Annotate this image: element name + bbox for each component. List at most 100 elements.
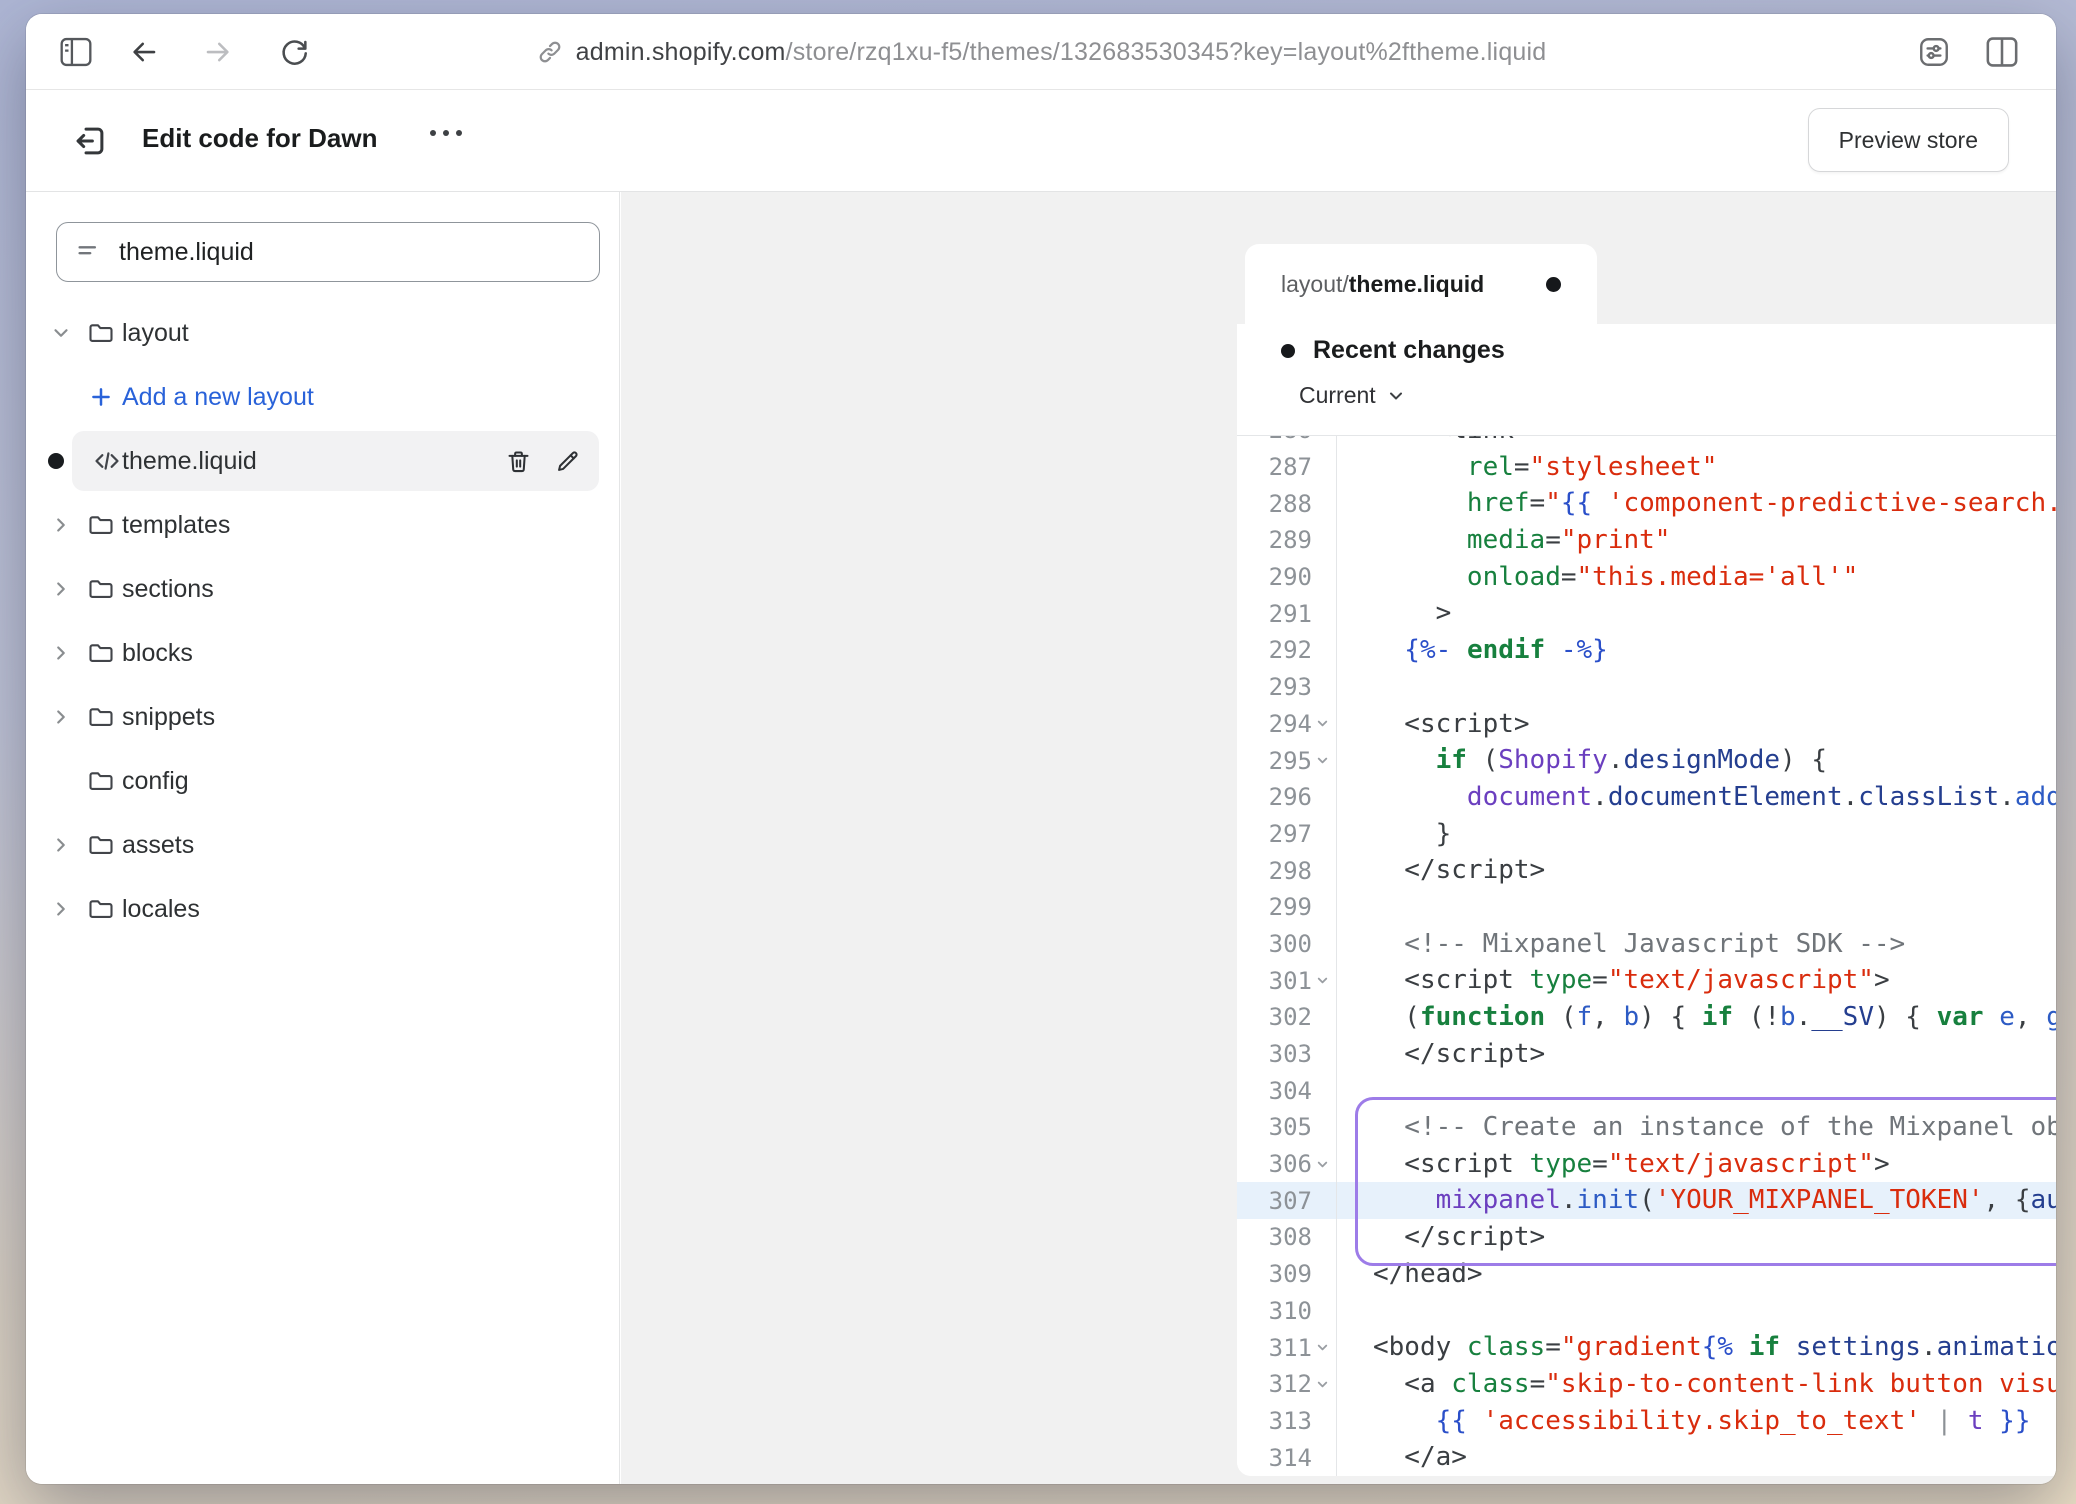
- address-bar[interactable]: admin.shopify.com/store/rzq1xu-f5/themes…: [26, 14, 2056, 90]
- line-number[interactable]: 289: [1237, 522, 1337, 559]
- line-number[interactable]: 292: [1237, 632, 1337, 669]
- chevron-right-icon: [50, 898, 72, 920]
- fold-toggle-icon[interactable]: [1312, 1377, 1332, 1392]
- sidebar-item-templates[interactable]: templates: [26, 493, 619, 557]
- reload-icon[interactable]: [276, 34, 312, 70]
- item-label: config: [122, 767, 189, 796]
- code-line[interactable]: 295 if (Shopify.designMode) {: [1237, 742, 2056, 779]
- line-number[interactable]: 306: [1237, 1146, 1337, 1183]
- delete-file-button[interactable]: [505, 448, 532, 475]
- code-line[interactable]: 308 </script>: [1237, 1219, 2056, 1256]
- exit-editor-icon[interactable]: [70, 121, 110, 161]
- fold-toggle-icon[interactable]: [1312, 716, 1332, 731]
- code-text: }: [1337, 816, 2056, 853]
- version-dropdown[interactable]: Current: [1299, 382, 1406, 409]
- sidebar-action-add-a-new-layout[interactable]: Add a new layout: [26, 365, 619, 429]
- line-number[interactable]: 297: [1237, 816, 1337, 853]
- code-line[interactable]: 291 >: [1237, 595, 2056, 632]
- preview-store-button[interactable]: Preview store: [1808, 108, 2009, 172]
- code-line[interactable]: 310: [1237, 1293, 2056, 1330]
- code-line[interactable]: 311<body class="gradient{% if settings.a…: [1237, 1329, 2056, 1366]
- line-number[interactable]: 295: [1237, 742, 1337, 779]
- code-lines: 286 <link287 rel="stylesheet"288 href="{…: [1237, 436, 2056, 1476]
- split-view-icon[interactable]: [1984, 34, 2020, 70]
- code-line[interactable]: 303 </script>: [1237, 1036, 2056, 1073]
- more-actions-icon[interactable]: [430, 130, 462, 136]
- line-number[interactable]: 307: [1237, 1182, 1337, 1219]
- code-line[interactable]: 292 {%- endif -%}: [1237, 632, 2056, 669]
- sidebar-item-sections[interactable]: sections: [26, 557, 619, 621]
- code-line[interactable]: 300 <!-- Mixpanel Javascript SDK -->: [1237, 926, 2056, 963]
- fold-toggle-icon[interactable]: [1312, 973, 1332, 988]
- line-number[interactable]: 291: [1237, 595, 1337, 632]
- code-line[interactable]: 288 href="{{ 'component-predictive-searc…: [1237, 485, 2056, 522]
- line-number[interactable]: 286: [1237, 436, 1337, 449]
- line-number[interactable]: 299: [1237, 889, 1337, 926]
- code-line[interactable]: 304: [1237, 1072, 2056, 1109]
- item-label: theme.liquid: [122, 447, 257, 476]
- code-line[interactable]: 306 <script type="text/javascript">: [1237, 1146, 2056, 1183]
- line-number[interactable]: 296: [1237, 779, 1337, 816]
- code-line[interactable]: 293: [1237, 669, 2056, 706]
- code-line[interactable]: 294 <script>: [1237, 706, 2056, 743]
- code-line[interactable]: 313 {{ 'accessibility.skip_to_text' | t …: [1237, 1403, 2056, 1440]
- page-settings-icon[interactable]: [1916, 34, 1952, 70]
- sidebar-item-locales[interactable]: locales: [26, 877, 619, 941]
- line-number[interactable]: 313: [1237, 1403, 1337, 1440]
- tab-theme-liquid[interactable]: layout/theme.liquid: [1245, 244, 1597, 324]
- code-line[interactable]: 286 <link: [1237, 436, 2056, 449]
- fold-toggle-icon[interactable]: [1312, 1157, 1332, 1172]
- code-line[interactable]: 289 media="print": [1237, 522, 2056, 559]
- code-editor[interactable]: 286 <link287 rel="stylesheet"288 href="{…: [1237, 436, 2056, 1476]
- code-line[interactable]: 305 <!-- Create an instance of the Mixpa…: [1237, 1109, 2056, 1146]
- fold-toggle-icon[interactable]: [1312, 1340, 1332, 1355]
- delete-icon: [505, 448, 532, 475]
- line-number[interactable]: 303: [1237, 1036, 1337, 1073]
- code-line[interactable]: 297 }: [1237, 816, 2056, 853]
- sidebar-item-assets[interactable]: assets: [26, 813, 619, 877]
- sidebar-item-config[interactable]: config: [26, 749, 619, 813]
- sidebar-item-layout[interactable]: layout: [26, 301, 619, 365]
- line-number[interactable]: 287: [1237, 449, 1337, 486]
- code-line[interactable]: 287 rel="stylesheet": [1237, 449, 2056, 486]
- sidebar-item-snippets[interactable]: snippets: [26, 685, 619, 749]
- line-number[interactable]: 304: [1237, 1072, 1337, 1109]
- rename-file-button[interactable]: [554, 448, 581, 475]
- search-input[interactable]: [119, 238, 581, 267]
- line-number[interactable]: 290: [1237, 559, 1337, 596]
- forward-icon[interactable]: [200, 34, 236, 70]
- line-number[interactable]: 301: [1237, 962, 1337, 999]
- code-text: {{ 'accessibility.skip_to_text' | t }}: [1337, 1403, 2056, 1440]
- line-number[interactable]: 310: [1237, 1293, 1337, 1330]
- code-line[interactable]: 314 </a>: [1237, 1439, 2056, 1476]
- sidebar-item-blocks[interactable]: blocks: [26, 621, 619, 685]
- code-line[interactable]: 302 (function (f, b) { if (!b.__SV) { va…: [1237, 999, 2056, 1036]
- line-number[interactable]: 308: [1237, 1219, 1337, 1256]
- line-number[interactable]: 288: [1237, 485, 1337, 522]
- line-number[interactable]: 309: [1237, 1256, 1337, 1293]
- line-number[interactable]: 298: [1237, 852, 1337, 889]
- sidebar-toggle-icon[interactable]: [58, 34, 94, 70]
- line-number[interactable]: 305: [1237, 1109, 1337, 1146]
- sidebar-item-theme-liquid[interactable]: theme.liquid: [26, 429, 619, 493]
- code-line[interactable]: 301 <script type="text/javascript">: [1237, 962, 2056, 999]
- line-number[interactable]: 300: [1237, 926, 1337, 963]
- line-number[interactable]: 312: [1237, 1366, 1337, 1403]
- line-number[interactable]: 293: [1237, 669, 1337, 706]
- code-line[interactable]: 309</head>: [1237, 1256, 2056, 1293]
- file-search[interactable]: [56, 222, 600, 282]
- code-line[interactable]: 298 </script>: [1237, 852, 2056, 889]
- code-line[interactable]: 290 onload="this.media='all'": [1237, 559, 2056, 596]
- line-number[interactable]: 302: [1237, 999, 1337, 1036]
- code-line[interactable]: 312 <a class="skip-to-content-link butto…: [1237, 1366, 2056, 1403]
- version-label: Current: [1299, 382, 1376, 409]
- line-number[interactable]: 311: [1237, 1329, 1337, 1366]
- chevron-right-icon: [50, 706, 72, 728]
- line-number[interactable]: 294: [1237, 706, 1337, 743]
- code-line[interactable]: 299: [1237, 889, 2056, 926]
- line-number[interactable]: 314: [1237, 1439, 1337, 1476]
- fold-toggle-icon[interactable]: [1312, 753, 1332, 768]
- back-icon[interactable]: [126, 34, 162, 70]
- code-line[interactable]: 296 document.documentElement.classList.a…: [1237, 779, 2056, 816]
- code-line[interactable]: 307 mixpanel.init('YOUR_MIXPANEL_TOKEN',…: [1237, 1182, 2056, 1219]
